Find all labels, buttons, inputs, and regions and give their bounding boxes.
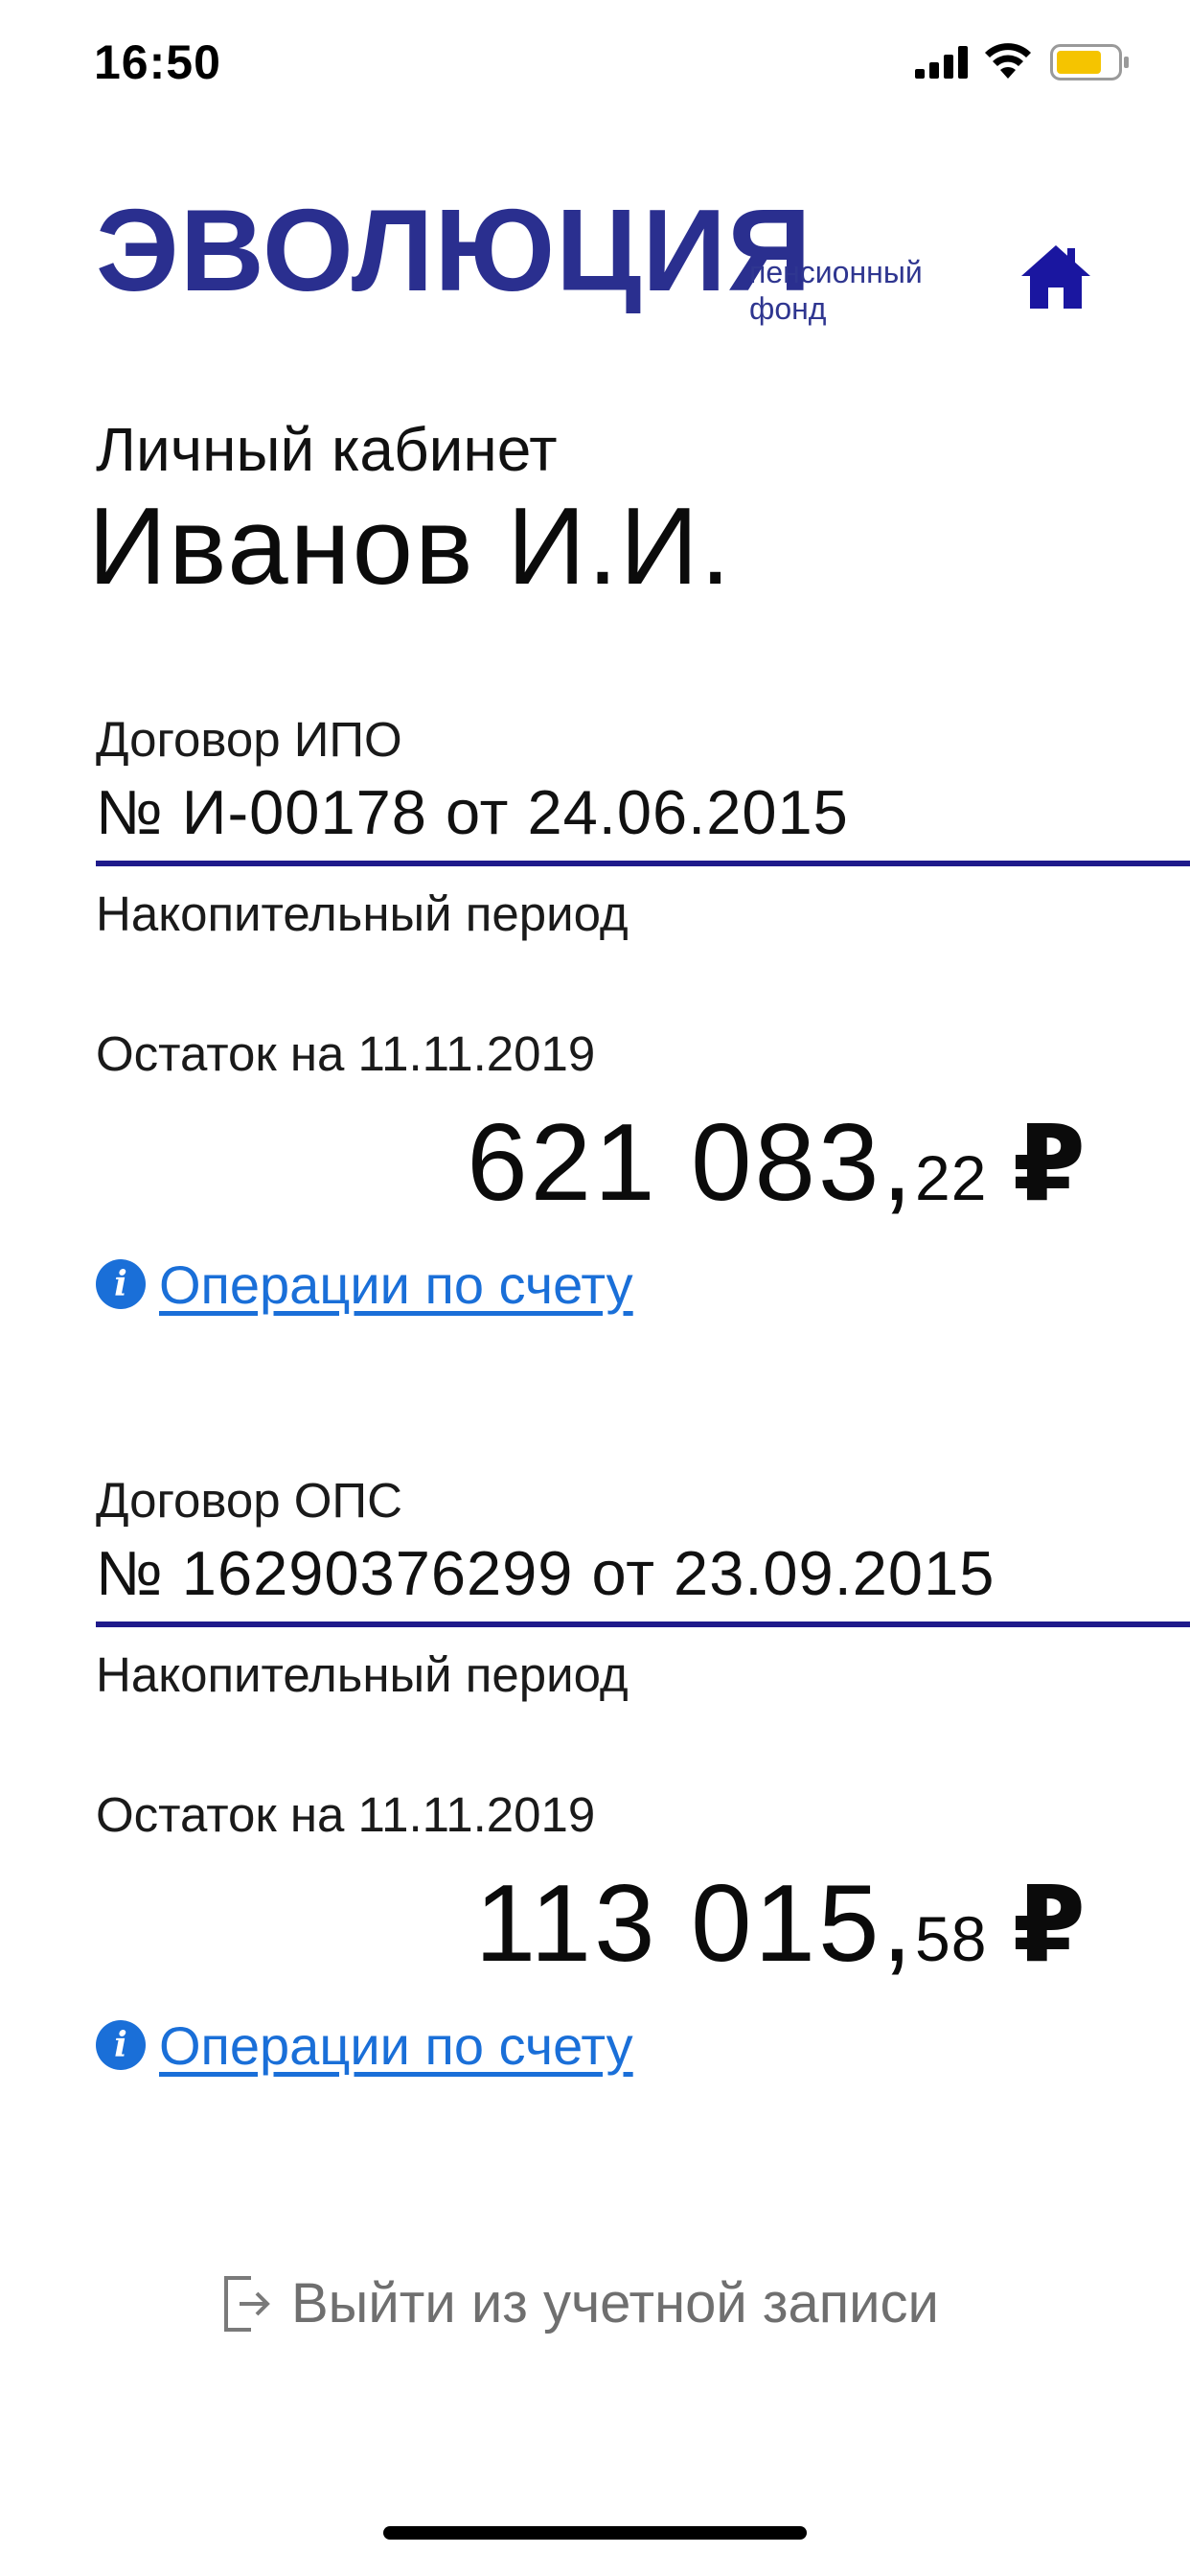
contract-title: Договор ОПС — [96, 1473, 402, 1528]
balance-kopecks: 58 — [915, 1903, 988, 1974]
battery-icon — [1050, 44, 1129, 80]
info-icon: i — [96, 1259, 146, 1309]
contract-number: № 16290376299 от 23.09.2015 — [96, 1538, 995, 1608]
tagline-line-1: пенсионный — [749, 255, 923, 289]
home-indicator[interactable] — [383, 2526, 807, 2540]
operations-link-text[interactable]: Операции по счету — [159, 1254, 633, 1316]
section-label: Личный кабинет — [96, 415, 558, 484]
contract-divider — [96, 1622, 1190, 1627]
balance-label: Остаток на 11.11.2019 — [96, 1026, 596, 1081]
logout-button[interactable]: Выйти из учетной записи — [222, 2271, 939, 2335]
balance-kopecks: 22 — [915, 1142, 988, 1213]
brand-logo: ЭВОЛЮЦИЯ — [96, 185, 812, 315]
user-name: Иванов И.И. — [88, 486, 733, 608]
operations-link[interactable]: i Операции по счету — [96, 1254, 633, 1315]
balance-main: 621 083, — [467, 1102, 916, 1224]
contract-period: Накопительный период — [96, 886, 629, 941]
cellular-signal-icon — [915, 46, 968, 79]
operations-link[interactable]: i Операции по счету — [96, 2014, 633, 2076]
tagline-line-2: фонд — [749, 291, 827, 326]
logout-icon — [224, 2275, 270, 2332]
balance-label: Остаток на 11.11.2019 — [96, 1787, 596, 1842]
contract-divider — [96, 861, 1190, 866]
contract-title: Договор ИПО — [96, 712, 402, 767]
logout-label[interactable]: Выйти из учетной записи — [291, 2271, 939, 2335]
status-time: 16:50 — [94, 35, 221, 89]
contract-number: № И-00178 от 24.06.2015 — [96, 777, 849, 847]
balance-amount: 113 015,58 ₽ — [475, 1861, 1088, 1987]
contract-period: Накопительный период — [96, 1647, 629, 1702]
ruble-sign: ₽ — [1012, 1105, 1088, 1223]
info-icon: i — [96, 2020, 146, 2070]
ruble-sign: ₽ — [1012, 1866, 1088, 1984]
balance-main: 113 015, — [474, 1863, 916, 1985]
wifi-icon — [985, 43, 1031, 79]
balance-amount: 621 083,22 ₽ — [467, 1100, 1088, 1226]
operations-link-text[interactable]: Операции по счету — [159, 2014, 633, 2077]
brand-tagline: пенсионный фонд — [749, 254, 979, 327]
home-icon[interactable] — [1019, 242, 1092, 310]
